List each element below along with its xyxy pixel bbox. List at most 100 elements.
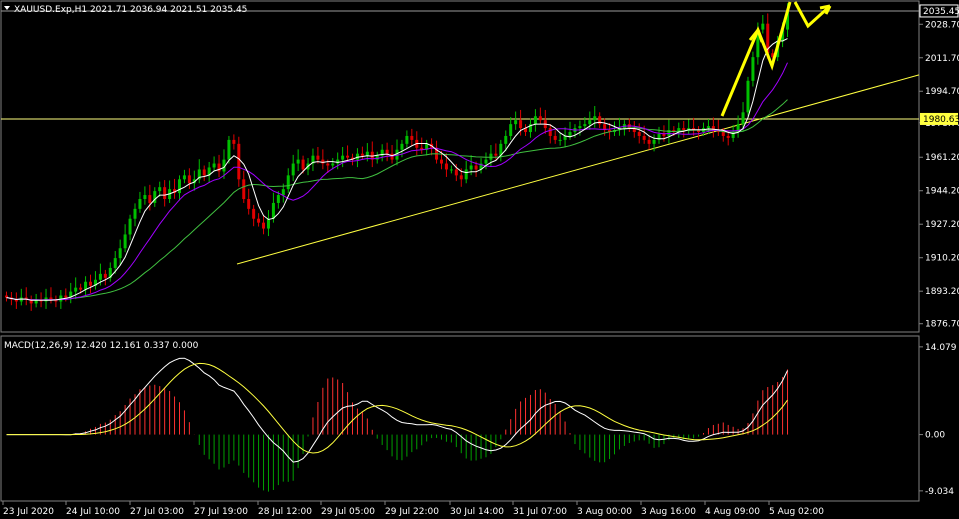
candle-body	[538, 116, 542, 121]
candle-body	[662, 133, 666, 136]
macd-tick-label: 0.00	[925, 431, 945, 441]
candle-body	[682, 128, 686, 131]
candle-body	[469, 165, 473, 170]
candle-body	[158, 187, 162, 192]
candle-body	[568, 132, 572, 136]
candle-body	[647, 139, 651, 144]
time-tick-label: 3 Aug 16:00	[641, 507, 696, 517]
candle-body	[548, 128, 552, 136]
time-tick-label: 23 Jul 2020	[3, 507, 54, 517]
candle-body	[326, 163, 330, 166]
candle-body	[212, 163, 216, 168]
candle-body	[316, 155, 320, 160]
price-tick-label: 2028.70	[925, 20, 959, 30]
time-tick-label: 3 Aug 00:00	[577, 507, 632, 517]
candle-body	[509, 124, 513, 136]
candle-body	[553, 135, 557, 140]
candle-body	[459, 175, 463, 180]
candle-body	[286, 175, 290, 190]
candle-body	[637, 132, 641, 136]
candle-body	[331, 163, 335, 166]
candle-body	[439, 159, 443, 164]
candle-body	[533, 116, 537, 125]
candle-body	[642, 135, 646, 140]
candle-body	[484, 159, 488, 164]
candle-body	[128, 218, 132, 235]
time-tick-label: 24 Jul 10:00	[66, 507, 120, 517]
candle-body	[726, 135, 730, 138]
candle-body	[706, 126, 710, 129]
candle-body	[257, 218, 261, 223]
candle-body	[74, 287, 78, 292]
candle-body	[558, 139, 562, 141]
price-tick-label: 1876.70	[925, 320, 959, 330]
candle-body	[751, 57, 755, 81]
candle-body	[746, 80, 750, 113]
candle-body	[232, 139, 236, 144]
time-tick-label: 27 Jul 19:00	[194, 507, 248, 517]
candle-body	[598, 116, 602, 125]
candle-body	[113, 258, 117, 268]
chart-background	[0, 0, 959, 519]
candle-body	[202, 169, 206, 176]
time-tick-label: 30 Jul 14:00	[450, 507, 504, 517]
candle-body	[454, 169, 458, 176]
price-tick-label: 1910.20	[925, 254, 959, 264]
candle-body	[578, 126, 582, 129]
candle-body	[103, 273, 107, 278]
candle-body	[583, 124, 587, 127]
price-tick-label: 1961.20	[925, 153, 959, 163]
macd-tick-label: -9.034	[925, 487, 954, 497]
candle-body	[652, 139, 656, 144]
candle-body	[242, 179, 246, 200]
time-tick-label: 27 Jul 03:00	[130, 507, 184, 517]
candle-body	[163, 187, 167, 200]
candle-body	[227, 139, 231, 160]
time-tick-label: 29 Jul 22:00	[385, 507, 439, 517]
candle-body	[133, 208, 137, 219]
candle-body	[385, 149, 389, 154]
candle-body	[98, 273, 102, 280]
price-chart[interactable]: 2028.702011.701994.701978.701961.201944.…	[0, 0, 959, 519]
candle-body	[296, 159, 300, 164]
candle-body	[410, 135, 414, 140]
candle-body	[49, 297, 53, 300]
level-price-label: 1980.63	[923, 115, 959, 125]
candle-body	[79, 287, 83, 290]
candle-body	[271, 202, 275, 219]
candle-body	[721, 132, 725, 136]
candle-body	[504, 135, 508, 144]
candle-body	[64, 295, 68, 298]
candle-body	[474, 165, 478, 170]
time-tick-label: 4 Aug 09:00	[705, 507, 760, 517]
candle-body	[143, 195, 147, 200]
candle-body	[741, 112, 745, 125]
candle-body	[444, 163, 448, 170]
candle-body	[138, 199, 142, 209]
candle-body	[301, 159, 305, 170]
candle-body	[321, 159, 325, 164]
macd-tick-label: 14.079	[925, 343, 957, 353]
candle-body	[281, 189, 285, 196]
price-tick-label: 1994.70	[925, 87, 959, 97]
candle-body	[89, 281, 93, 286]
candle-body	[266, 218, 270, 229]
candle-body	[489, 153, 493, 160]
candle-body	[365, 151, 369, 156]
candle-body	[494, 153, 498, 156]
time-tick-label: 28 Jul 12:00	[258, 507, 312, 517]
candle-body	[405, 135, 409, 144]
candle-body	[464, 169, 468, 180]
candle-body	[346, 155, 350, 158]
candle-body	[336, 159, 340, 164]
candle-body	[514, 120, 518, 125]
candle-body	[262, 222, 266, 229]
candle-body	[237, 143, 241, 180]
candle-body	[588, 120, 592, 125]
candle-body	[400, 143, 404, 150]
price-tick-label: 2011.70	[925, 54, 959, 64]
symbol-info-text: XAUUSD.Exp,H1 2021.71 2036.94 2021.51 20…	[14, 5, 247, 15]
time-tick-label: 29 Jul 05:00	[321, 507, 375, 517]
candle-body	[276, 195, 280, 203]
candle-body	[187, 175, 191, 184]
